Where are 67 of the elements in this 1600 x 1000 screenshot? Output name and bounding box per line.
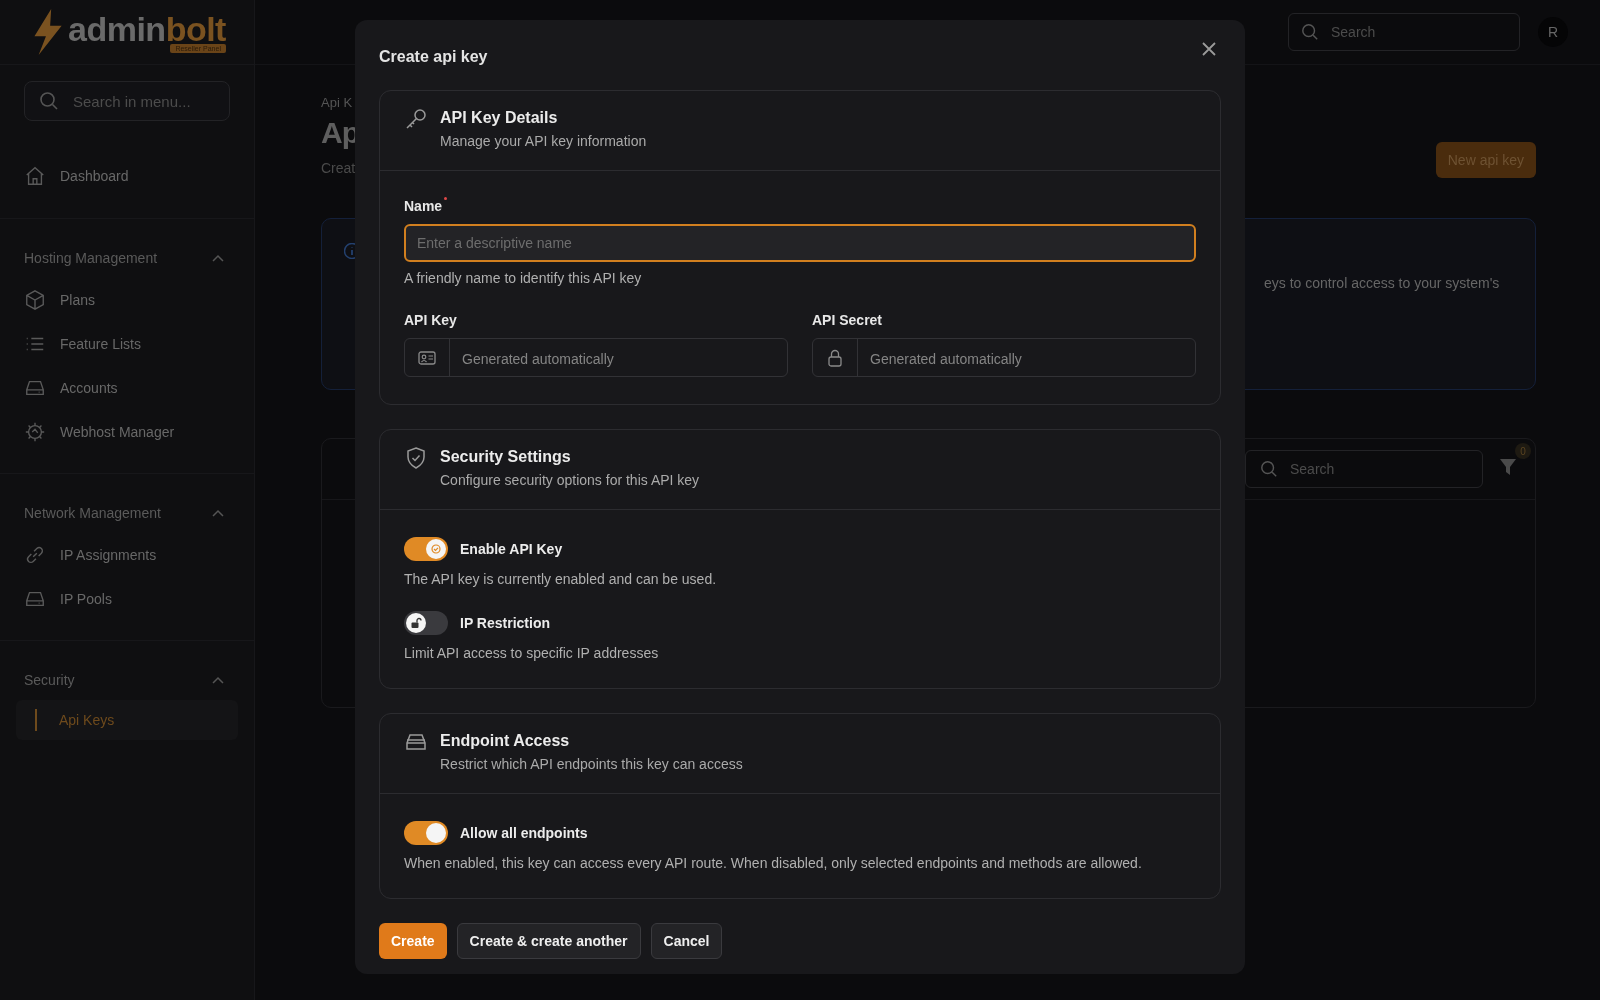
card-subtitle: Configure security options for this API key [440,472,700,488]
toggle-switch[interactable] [404,821,448,845]
shield-check-icon [404,446,428,470]
toggle-label: Allow all endpoints [460,825,588,841]
toggle-label: IP Restriction [460,615,550,631]
section-heading: Network Management [24,505,161,521]
search-icon [39,91,59,111]
api-key-box[interactable]: Generated automatically [404,338,788,377]
house-icon [24,165,46,187]
link-icon [24,544,46,566]
field-hint: A friendly name to identify this API key [404,270,643,286]
page-subtitle: Creat [321,160,356,176]
toggle-switch[interactable] [404,537,448,561]
chevron-icon[interactable] [212,254,224,262]
toggle-switch[interactable] [404,611,448,635]
field-label: API Secret [812,312,884,328]
lock-icon [828,348,842,367]
menu-search-field[interactable]: Search in menu... [71,81,215,121]
unlock-icon [410,617,422,629]
sidebar-item[interactable]: Api Keys [16,700,238,740]
chevron-icon[interactable] [212,676,224,684]
section-heading: Security [24,672,75,688]
brand-name: admin [68,9,166,48]
api-key-field[interactable]: Generated automatically [450,339,787,378]
table-search-field[interactable]: Search [1288,450,1468,488]
dialog-title: Create api key [379,48,488,66]
dialog-button[interactable]: Cancel [650,923,723,959]
close-icon[interactable] [1201,41,1217,57]
sidebar-item[interactable]: Webhost Manager [16,410,238,454]
card-title: Security Settings [440,448,572,466]
sidebar-item[interactable]: IP Assignments [16,533,238,577]
cube-icon [24,289,46,311]
sidebar-item[interactable]: Accounts [16,366,238,410]
field-label: Name [404,198,443,214]
card-title: API Key Details [440,109,559,127]
api-secret-box[interactable]: Generated automatically [812,338,1196,377]
card-subtitle: Restrict which API endpoints this key can access [440,756,743,772]
field-label: API Key [404,312,458,328]
name-field[interactable]: Enter a descriptive name [404,224,1196,262]
search-icon [1260,460,1278,478]
user-avatar[interactable]: R [1538,17,1568,47]
section-heading: Hosting Management [24,250,158,266]
sidebar-item[interactable]: Dashboard [16,154,238,198]
toggle-label: Enable API Key [460,541,563,557]
gear-icon [24,421,46,443]
api-secret-field[interactable]: Generated automatically [858,339,1195,378]
create-button[interactable]: Create [379,923,447,959]
dialog-button[interactable]: Create & create another [456,923,641,959]
top-search-field[interactable]: Search [1329,13,1507,51]
card-subtitle: Manage your API key information [440,133,647,149]
table-search-box[interactable]: Search [1245,450,1483,488]
toggle-description: Limit API access to specific IP addresses [404,645,660,661]
toggle-description: The API key is currently enabled and can be used. [404,571,718,587]
sidebar-item[interactable]: Plans [16,278,238,322]
menu-search-box[interactable]: Search in menu... [24,81,230,121]
sidebar-item[interactable]: IP Pools [16,577,238,621]
check-icon [431,544,441,554]
info-text: eys to control access to your system's [1264,275,1500,291]
id-card-icon [418,350,436,365]
search-icon [1301,23,1319,41]
chevron-icon[interactable] [212,509,224,517]
breadcrumb[interactable]: Api K [321,95,356,110]
sidebar-item[interactable]: Feature Lists [16,322,238,366]
top-search-box[interactable]: Search [1288,13,1520,51]
toggle-description: When enabled, this key can access every API route. When disabled, only selected endpoints and methods are allowed. [404,855,1143,871]
key-icon [404,107,428,131]
card-title: Endpoint Access [440,732,571,750]
